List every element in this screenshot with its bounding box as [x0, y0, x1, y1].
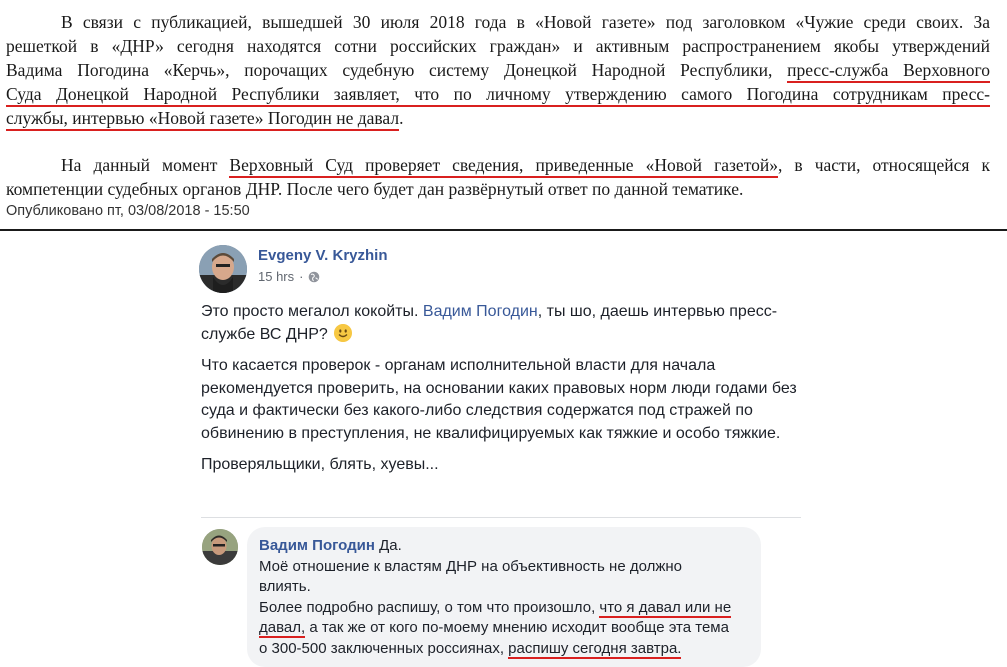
comments-separator [201, 517, 801, 518]
article-line: решеткой в «ДНР» сегодня находятся сотни… [6, 34, 990, 58]
comment-text-segment: влиять. [259, 578, 311, 595]
avatar-photo [199, 245, 247, 293]
article-line: службы, интервью «Новой газете» Погодин … [6, 106, 990, 131]
comment-line: Моё отношение к властям ДНР на объективн… [259, 557, 759, 578]
article-line: Вадима Погодина «Керчь», порочащих судеб… [6, 58, 990, 83]
smile-icon [334, 323, 353, 342]
published-date: Опубликовано пт, 03/08/2018 - 15:50 [6, 203, 250, 219]
article-paragraph-2: На данный момент Верховный Суд проверяет… [6, 153, 990, 201]
author-avatar[interactable] [199, 245, 247, 293]
underlined-text: Верховный Суд проверяет сведения, привед… [229, 155, 778, 178]
post-author-name[interactable]: Evgeny V. Kryzhin [258, 247, 388, 264]
post-body: Это просто мегалол кокойты. Вадим Погоди… [201, 301, 801, 486]
post-paragraph-2: Что касается проверок - органам исполнит… [201, 357, 797, 442]
article-line: компетенции судебных органов ДНР. После … [6, 177, 990, 201]
comment-text-segment: Моё отношение к властям ДНР на объективн… [259, 557, 683, 575]
underlined-text: давал, [259, 619, 306, 638]
post-paragraph-1: Это просто мегалол кокойты. Вадим Погоди… [201, 301, 801, 346]
facebook-post: Evgeny V. Kryzhin 15 hrs · Это просто ме… [190, 231, 1007, 667]
comment-line: Более подробно распишу, о том что произо… [259, 598, 759, 619]
comment-line: влиять. [259, 577, 759, 598]
article-text: компетенции судебных органов ДНР. После … [6, 179, 744, 199]
globe-icon[interactable] [308, 271, 320, 283]
article-line: Суда Донецкой Народной Республики заявля… [6, 82, 990, 107]
mention-link[interactable]: Вадим Погодин [423, 303, 538, 320]
comment-line: Вадим Погодин Да. [259, 536, 759, 557]
comment-text-segment: а так же от кого по-моему мнению исходит… [305, 619, 729, 636]
post-text: Это просто мегалол кокойты. [201, 303, 423, 320]
underlined-text: распишу сегодня завтра. [508, 639, 682, 659]
commenter-avatar[interactable] [202, 529, 238, 565]
post-paragraph-3: Проверяльщики, блять, хуевы... [201, 456, 439, 473]
comment-text-segment: о 300-500 заключенных россиянах, [259, 639, 509, 657]
underlined-text: службы, интервью «Новой газете» Погодин … [6, 108, 400, 131]
underlined-text: что я давал или не [599, 598, 732, 618]
underlined-text: пресс-служба Верховного [787, 60, 990, 83]
article-line: В связи с публикацией, вышедшей 30 июля … [6, 10, 990, 34]
article-text: , в части, относящейся к [777, 155, 990, 175]
article-text: В связи с публикацией, вышедшей 30 июля … [61, 12, 990, 32]
underlined-text: Суда Донецкой Народной Республики заявля… [6, 84, 990, 107]
post-meta: 15 hrs · [258, 269, 320, 284]
comment-line: давал, а так же от кого по-моему мнению … [259, 618, 759, 639]
article-paragraph-1: В связи с публикацией, вышедшей 30 июля … [6, 10, 990, 131]
article-line: На данный момент Верховный Суд проверяет… [6, 153, 990, 178]
article-text: решеткой в «ДНР» сегодня находятся сотни… [6, 36, 990, 56]
news-article: В связи с публикацией, вышедшей 30 июля … [0, 0, 1007, 228]
article-text: Вадима Погодина «Керчь», порочащих судеб… [6, 60, 788, 80]
commenter-name[interactable]: Вадим Погодин [259, 537, 375, 554]
comment-line: о 300-500 заключенных россиянах, распишу… [259, 639, 759, 660]
article-text: . [399, 108, 404, 128]
dot-separator: · [299, 269, 304, 284]
article-text: На данный момент [61, 155, 230, 175]
post-timestamp[interactable]: 15 hrs [258, 269, 294, 284]
avatar-photo [202, 529, 238, 565]
comment-text-segment: Более подробно распишу, о том что произо… [259, 598, 600, 616]
comment-text-segment: Да. [374, 537, 402, 554]
comment-text: Вадим Погодин Да. Моё отношение к властям… [259, 536, 759, 659]
